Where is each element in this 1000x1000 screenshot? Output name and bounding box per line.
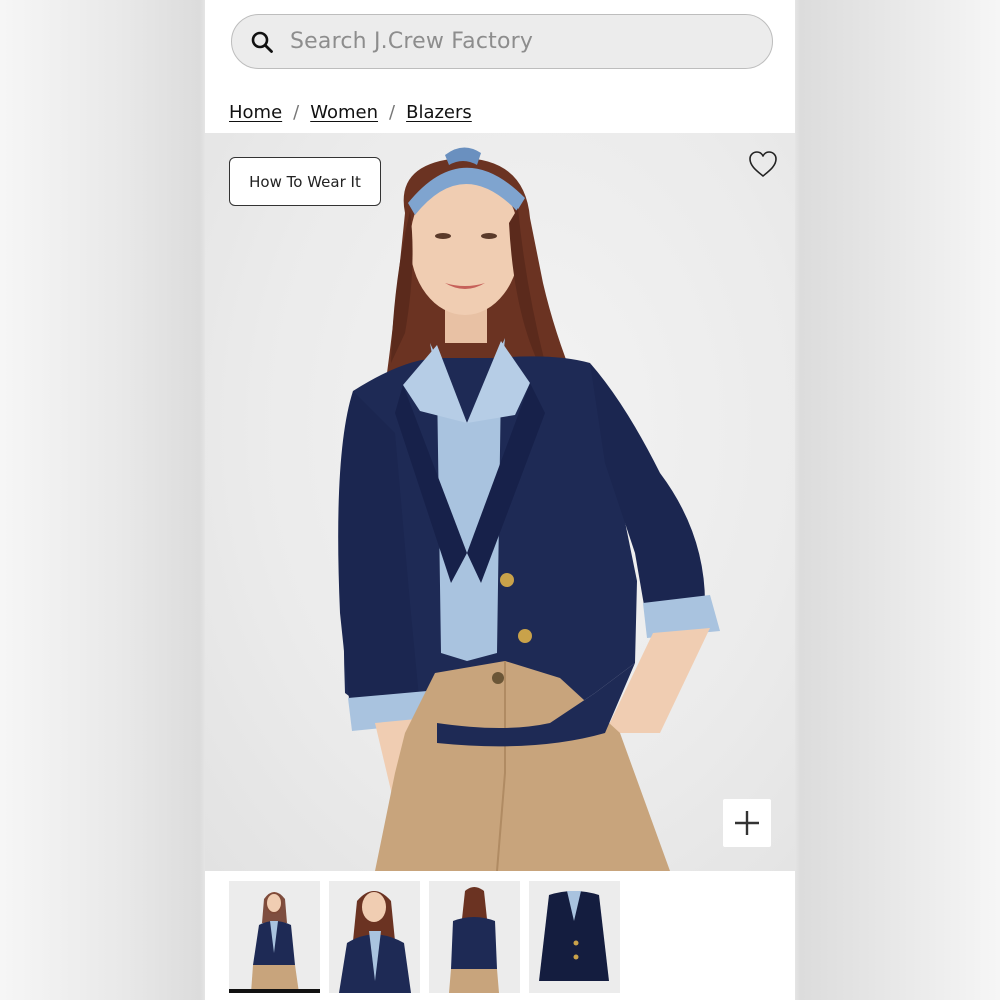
search-input[interactable]: Search J.Crew Factory [290,29,533,54]
heart-icon[interactable] [747,149,779,179]
product-photo [338,147,720,871]
thumbnail-closeup[interactable] [329,881,420,993]
thumbnail-back[interactable] [429,881,520,993]
how-to-wear-button[interactable]: How To Wear It [229,157,381,206]
search-bar[interactable]: Search J.Crew Factory [231,14,773,69]
thumbnail-flatlay[interactable] [529,881,620,993]
search-icon[interactable] [250,30,274,54]
product-main-image[interactable]: How To Wear It [205,133,795,871]
plus-icon [735,811,759,835]
breadcrumb-women[interactable]: Women [310,102,378,123]
breadcrumb-home[interactable]: Home [229,102,282,123]
breadcrumb: Home / Women / Blazers [229,98,472,126]
thumbnail-front[interactable] [229,881,320,993]
breadcrumb-separator: / [389,101,396,123]
product-page: Search J.Crew Factory Home / Women / Bla… [205,0,795,1000]
breadcrumb-blazers[interactable]: Blazers [406,102,472,123]
zoom-button[interactable] [723,799,771,847]
breadcrumb-separator: / [293,101,300,123]
thumbnail-strip [229,881,620,996]
